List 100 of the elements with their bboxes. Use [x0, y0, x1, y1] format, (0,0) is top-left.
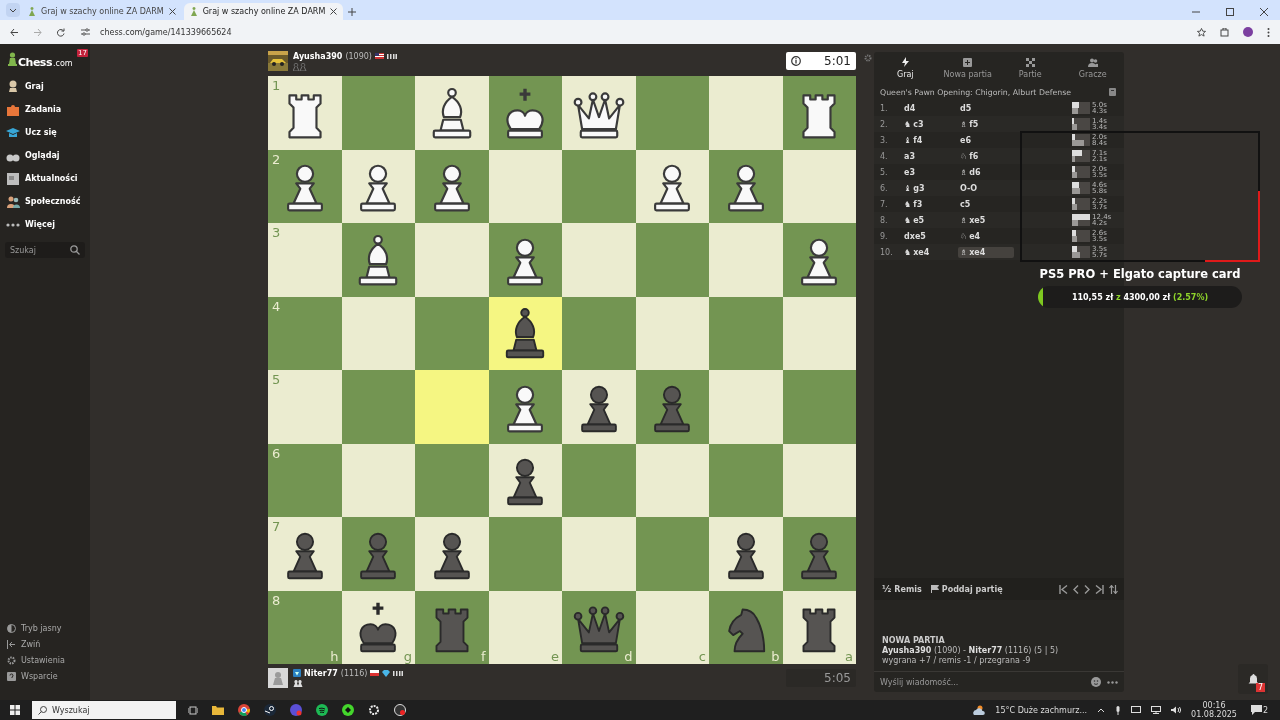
board-square[interactable] — [341, 149, 415, 223]
sidebar-footer-item[interactable]: Tryb jasny — [0, 620, 90, 636]
board-square[interactable] — [782, 223, 856, 297]
board-square[interactable] — [415, 76, 489, 150]
move-notation[interactable]: ♞ f3 — [902, 198, 958, 210]
board-square[interactable] — [562, 370, 636, 444]
music-app-icon[interactable] — [316, 704, 328, 716]
sidebar-item[interactable]: Więcej — [0, 213, 90, 236]
board-square[interactable] — [415, 149, 489, 223]
move-notation[interactable]: ♞ xe4 — [902, 246, 958, 258]
draw-button[interactable]: ½ Remis — [880, 582, 924, 596]
weather-text[interactable]: 15°C Duże zachmurz... — [995, 705, 1088, 715]
board-square[interactable] — [488, 443, 562, 517]
next-move-icon[interactable] — [1084, 584, 1090, 594]
sidebar-item[interactable]: Graj — [0, 75, 90, 98]
previous-move-icon[interactable] — [1073, 584, 1079, 594]
app-icon[interactable] — [342, 704, 354, 716]
first-move-icon[interactable] — [1059, 584, 1068, 594]
steam-icon[interactable] — [264, 704, 276, 716]
taskbar-search-field[interactable]: Wyszukaj — [32, 701, 176, 719]
board-square[interactable] — [488, 76, 562, 150]
sidebar-footer-item[interactable]: Zwiń — [0, 636, 90, 652]
move-notation[interactable]: ♞ e5 — [902, 214, 958, 226]
player-name[interactable]: Niter77 — [304, 668, 338, 678]
board-square[interactable] — [635, 149, 709, 223]
move-notation[interactable]: O-O — [958, 182, 1014, 194]
move-notation[interactable]: ♘ f6 — [958, 150, 1014, 162]
notifications-button[interactable]: 7 — [1238, 664, 1268, 694]
taskbar-time[interactable]: 00:16 — [1202, 701, 1226, 710]
move-notation[interactable]: ♗ f5 — [958, 118, 1014, 130]
panel-tab[interactable]: Graj — [874, 52, 937, 84]
sidebar-item[interactable]: Oglądaj — [0, 144, 90, 167]
rank-label: 5 — [272, 372, 281, 387]
board-square[interactable] — [488, 223, 562, 297]
search-field[interactable]: Szukaj — [5, 242, 85, 258]
browser-tab[interactable]: Graj w szachy online ZA DARM — [183, 3, 344, 20]
chat-input[interactable]: Wyślij wiadomość... — [880, 677, 1085, 687]
board-square[interactable] — [341, 223, 415, 297]
board-square[interactable] — [415, 517, 489, 591]
gear-app-icon[interactable] — [368, 704, 380, 716]
action-center-button[interactable]: 2 — [1246, 705, 1276, 715]
close-icon[interactable] — [330, 8, 338, 15]
tab-list-icon[interactable] — [6, 3, 20, 17]
move-notation[interactable]: ♘ e4 — [958, 230, 1014, 242]
weather-icon[interactable] — [973, 705, 986, 715]
recording-app-icon[interactable] — [394, 704, 406, 716]
last-move-icon[interactable] — [1095, 584, 1104, 594]
network-icon[interactable] — [1151, 706, 1162, 714]
move-notation[interactable]: ♗ xe4 — [958, 246, 1014, 258]
panel-tab[interactable]: Nowa partia — [936, 52, 999, 84]
player-name[interactable]: Ayusha390 — [293, 51, 343, 61]
board-square[interactable] — [709, 517, 783, 591]
close-icon[interactable] — [168, 8, 176, 15]
display-icon[interactable] — [1131, 706, 1142, 714]
emoji-icon[interactable] — [1091, 677, 1101, 687]
browser-icon[interactable] — [238, 704, 250, 716]
microphone-icon[interactable] — [1115, 705, 1122, 715]
settings-icon[interactable] — [864, 54, 872, 62]
board-square[interactable] — [709, 149, 783, 223]
move-notation[interactable]: d5 — [958, 102, 1014, 114]
board-square[interactable] — [562, 76, 636, 150]
resign-button[interactable]: Poddaj partię — [928, 582, 1005, 596]
board-square[interactable] — [782, 76, 856, 150]
windows-logo-icon[interactable] — [10, 705, 20, 715]
app-icon[interactable] — [290, 704, 302, 716]
browser-tab[interactable]: Graj w szachy online ZA DARM — [22, 3, 182, 20]
more-icon[interactable] — [1107, 680, 1118, 684]
logo-text[interactable]: Chess — [18, 56, 52, 69]
move-notation[interactable]: a3 — [902, 150, 958, 162]
notification-count: 7 — [1255, 683, 1265, 692]
sidebar-item[interactable]: Aktualności — [0, 167, 90, 190]
move-notation[interactable]: ♝ f4 — [902, 134, 958, 146]
move-notation[interactable]: ♞ c3 — [902, 118, 958, 130]
book-icon[interactable] — [1109, 88, 1116, 96]
move-notation[interactable]: ♗ xe5 — [958, 214, 1014, 226]
folder-icon[interactable] — [212, 705, 224, 715]
speaker-icon[interactable] — [1171, 706, 1182, 714]
logo-text[interactable]: .com — [52, 59, 73, 68]
move-notation[interactable]: d4 — [902, 102, 958, 114]
sidebar-item[interactable]: Ucz się — [0, 121, 90, 144]
move-notation[interactable]: c5 — [958, 198, 1014, 210]
move-notation[interactable]: e6 — [958, 134, 1014, 146]
taskbar-date[interactable]: 01.08.2025 — [1191, 710, 1237, 719]
task-view-icon[interactable] — [188, 705, 198, 715]
panel-tab[interactable]: Gracze — [1061, 52, 1124, 84]
move-notation[interactable]: ♗ d6 — [958, 166, 1014, 178]
sidebar-footer-item[interactable]: Ustawienia — [0, 652, 90, 668]
site-settings-icon[interactable] — [81, 28, 90, 36]
board-square[interactable] — [488, 296, 562, 370]
address-bar[interactable]: chess.com/game/141339665624 — [98, 25, 234, 39]
sidebar-item[interactable]: Społeczność — [0, 190, 90, 213]
move-notation[interactable]: e3 — [902, 166, 958, 178]
sidebar-item[interactable]: Zadania — [0, 98, 90, 121]
sidebar-footer-item[interactable]: Wsparcie — [0, 668, 90, 684]
panel-tab[interactable]: Partie — [999, 52, 1062, 84]
chevron-up-icon[interactable] — [1097, 707, 1106, 713]
flip-board-icon[interactable] — [1109, 584, 1118, 594]
move-notation[interactable]: ♝ g3 — [902, 182, 958, 194]
board-square[interactable] — [488, 370, 562, 444]
move-notation[interactable]: dxe5 — [902, 230, 958, 242]
